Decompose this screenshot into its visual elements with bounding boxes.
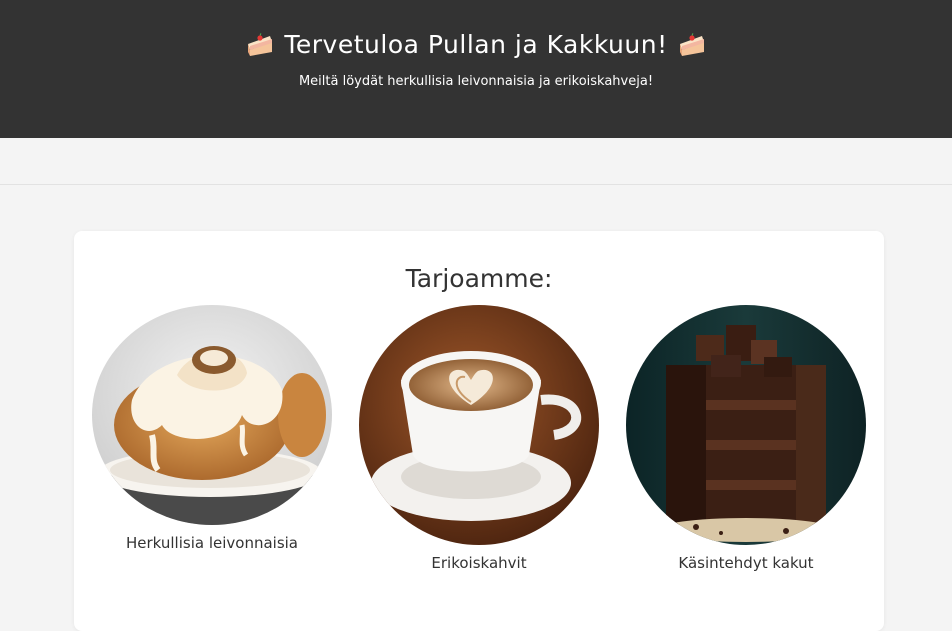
site-title: Tervetuloa Pullan ja Kakkuun! <box>0 30 952 59</box>
site-header: Tervetuloa Pullan ja Kakkuun! Meiltä löy… <box>0 0 952 138</box>
cinnamon-roll-image <box>92 305 332 525</box>
offer-item-cakes: Käsintehdyt kakut <box>626 305 866 572</box>
cake-slice-icon <box>246 32 274 58</box>
navigation-bar <box>0 138 952 185</box>
offers-card: Tarjoamme: Herkullisia leivonnaisia Erik… <box>74 231 884 631</box>
offer-label-pastries: Herkullisia leivonnaisia <box>125 534 299 552</box>
offer-label-coffee: Erikoiskahvit <box>431 554 527 572</box>
offer-item-coffee: Erikoiskahvit <box>359 305 599 572</box>
cake-slice-icon <box>678 32 706 58</box>
site-title-text: Tervetuloa Pullan ja Kakkuun! <box>284 30 668 59</box>
chocolate-cake-image <box>626 305 866 545</box>
site-subtitle: Meiltä löydät herkullisia leivonnaisia j… <box>298 74 654 89</box>
offer-item-pastries: Herkullisia leivonnaisia <box>92 305 332 552</box>
latte-coffee-image <box>359 305 599 545</box>
section-title: Tarjoamme: <box>405 264 553 293</box>
offer-label-cakes: Käsintehdyt kakut <box>678 554 814 572</box>
